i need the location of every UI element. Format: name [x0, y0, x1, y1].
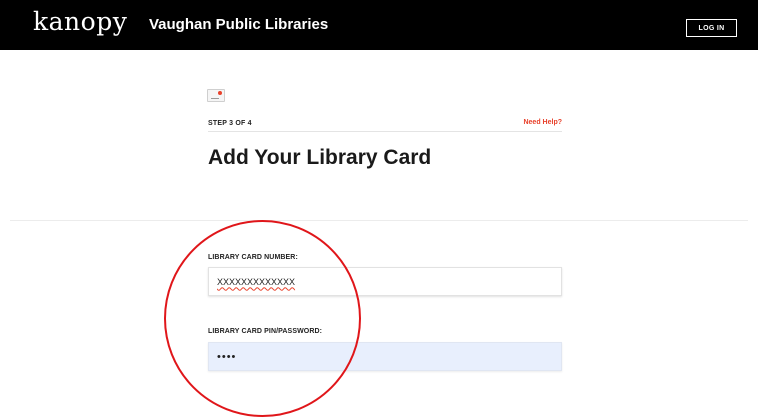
step-divider [208, 131, 562, 132]
pin-value: •••• [217, 350, 237, 363]
card-number-value: XXXXXXXXXXXXX [217, 276, 296, 287]
pin-input[interactable]: •••• [208, 342, 562, 371]
library-card-icon [207, 89, 225, 102]
card-number-input[interactable]: XXXXXXXXXXXXX [208, 267, 562, 296]
card-icon-dot [218, 91, 222, 95]
need-help-link[interactable]: Need Help? [523, 119, 562, 126]
annotation-circle [164, 220, 361, 417]
library-name: Vaughan Public Libraries [149, 16, 329, 33]
card-icon-line [211, 98, 219, 99]
page-title: Add Your Library Card [208, 146, 432, 169]
section-divider [10, 220, 748, 221]
step-indicator: STEP 3 OF 4 [208, 120, 252, 127]
top-header: kanopy Vaughan Public Libraries LOG IN [0, 0, 758, 50]
kanopy-logo[interactable]: kanopy [33, 7, 127, 36]
pin-label: LIBRARY CARD PIN/PASSWORD: [208, 328, 323, 335]
card-number-label: LIBRARY CARD NUMBER: [208, 254, 298, 261]
log-in-button[interactable]: LOG IN [686, 19, 737, 37]
